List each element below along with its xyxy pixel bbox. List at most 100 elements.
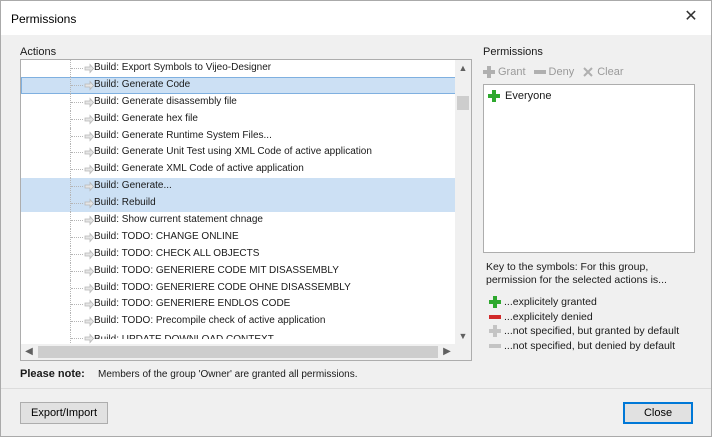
action-label: Build: TODO: GENERIERE ENDLOS CODE [94,298,291,310]
tree-connector [71,118,83,120]
close-button[interactable]: Close [623,402,693,424]
action-item[interactable]: Build: TODO: GENERIERE ENDLOS CODE [21,296,457,314]
legend-item: ...not specified, but granted by default [489,324,679,339]
legend-item: ...explicitely granted [489,295,679,310]
action-label: Build: UPDATE DOWNLOAD CONTEXT [94,334,274,344]
tree-connector [71,270,83,272]
plus-green-icon [489,296,501,309]
legend-label: ...explicitely denied [504,310,593,323]
tree-connector [71,101,83,103]
action-label: Build: TODO: CHANGE ONLINE [94,230,239,242]
scroll-right-icon[interactable]: ▶ [439,344,455,360]
deny-label: Deny [548,66,575,78]
action-item[interactable]: Build: Rebuild [21,195,457,213]
tree-connector [71,304,83,306]
action-item[interactable]: Build: Generate disassembly file [21,93,457,111]
tree-connector [71,220,83,222]
permissions-label: Permissions [483,46,543,58]
action-item[interactable]: Build: Generate Code [21,76,457,94]
action-item[interactable]: Build: Generate Unit Test using XML Code… [21,144,457,162]
note-label: Please note: [20,368,85,380]
legend: ...explicitely granted ...explicitely de… [489,295,679,353]
permissions-toolbar: Grant Deny Clear [483,64,624,80]
legend-item: ...not specified, but denied by default [489,339,679,354]
actions-list[interactable]: Build: Export Symbols to Vijeo-Designer B… [21,60,457,344]
action-item[interactable]: Build: Generate XML Code of active appli… [21,161,457,179]
tree-connector [71,287,83,289]
action-item[interactable]: Build: Show current statement chnage [21,212,457,229]
legend-item: ...explicitely denied [489,310,679,325]
tree-connector [71,68,83,69]
group-item-everyone[interactable]: Everyone [488,90,551,102]
tree-connector [71,253,83,255]
plus-gray-icon [489,325,501,338]
legend-label: ...not specified, but denied by default [504,339,676,352]
permissions-dialog: Permissions ✕ Actions Permissions Build:… [0,0,712,437]
tree-connector [71,321,83,323]
action-label: Build: Rebuild [94,197,156,209]
tree-connector [71,169,83,171]
tree-connector [71,338,83,340]
action-item[interactable]: Build: Export Symbols to Vijeo-Designer [21,60,457,77]
grant-label: Grant [498,66,526,78]
action-label: Build: Generate disassembly file [94,95,237,107]
title-bar: Permissions ✕ [1,1,711,35]
note-text: Members of the group 'Owner' are granted… [98,369,358,380]
tree-connector [71,236,83,238]
action-label: Build: Generate Unit Test using XML Code… [94,146,372,158]
action-label: Build: Generate Code [94,78,191,90]
action-item[interactable]: Build: TODO: CHECK ALL OBJECTS [21,245,457,263]
action-label: Build: Generate hex file [94,112,198,124]
action-item[interactable]: Build: Generate hex file [21,110,457,128]
window-title: Permissions [11,12,77,26]
clear-x-icon [582,66,594,78]
tree-connector [71,84,83,86]
action-label: Build: Export Symbols to Vijeo-Designer [94,62,272,73]
actions-tree[interactable]: Build: Export Symbols to Vijeo-Designer B… [20,59,472,361]
legend-label: ...not specified, but granted by default [504,325,680,338]
action-item[interactable]: Build: UPDATE DOWNLOAD CONTEXT [21,330,457,344]
horizontal-scroll-thumb[interactable] [38,346,438,358]
close-icon[interactable]: ✕ [681,7,701,27]
actions-label: Actions [20,46,57,58]
tree-connector [71,186,83,188]
action-item[interactable]: Build: TODO: CHANGE ONLINE [21,228,457,246]
plus-icon [483,66,495,78]
action-label: Build: TODO: GENERIERE CODE MIT DISASSEM… [94,264,339,276]
tree-connector [71,135,83,137]
action-label: Build: TODO: GENERIERE CODE OHNE DISASSE… [94,281,351,293]
action-item[interactable]: Build: TODO: GENERIERE CODE OHNE DISASSE… [21,279,457,297]
group-label: Everyone [505,90,552,102]
legend-key-text: Key to the symbols: For this group, perm… [486,261,667,286]
action-label: Build: Show current statement chnage [94,214,263,226]
action-item[interactable]: Build: Generate Runtime System Files... [21,127,457,145]
vertical-scrollbar[interactable]: ▲ ▼ [455,60,471,344]
action-label: Build: TODO: Precompile check of active … [94,315,326,327]
scroll-left-icon[interactable]: ◀ [21,344,37,360]
clear-label: Clear [597,66,624,78]
export-import-button[interactable]: Export/Import [20,402,108,424]
groups-list[interactable]: Everyone [483,84,695,253]
vertical-scroll-thumb[interactable] [457,96,469,110]
legend-label: ...explicitely granted [504,296,597,309]
minus-icon [533,66,546,78]
action-label: Build: Generate... [94,180,172,192]
horizontal-scrollbar[interactable]: ◀ ▶ [21,344,471,360]
divider [1,388,711,389]
scroll-down-icon[interactable]: ▼ [455,328,471,344]
minus-red-icon [489,311,501,323]
tree-connector [71,203,83,205]
action-label: Build: TODO: CHECK ALL OBJECTS [94,247,260,259]
minus-gray-icon [489,340,501,352]
action-label: Build: Generate XML Code of active appli… [94,163,304,175]
tree-connector [71,152,83,154]
tree-connector [70,330,71,344]
plus-green-icon [488,90,500,102]
action-item[interactable]: Build: Generate... [21,178,457,196]
clear-button[interactable]: Clear [582,66,624,78]
deny-button[interactable]: Deny [533,66,575,78]
grant-button[interactable]: Grant [483,66,526,78]
action-item[interactable]: Build: TODO: GENERIERE CODE MIT DISASSEM… [21,262,457,280]
scroll-up-icon[interactable]: ▲ [455,60,471,76]
action-item[interactable]: Build: TODO: Precompile check of active … [21,313,457,331]
